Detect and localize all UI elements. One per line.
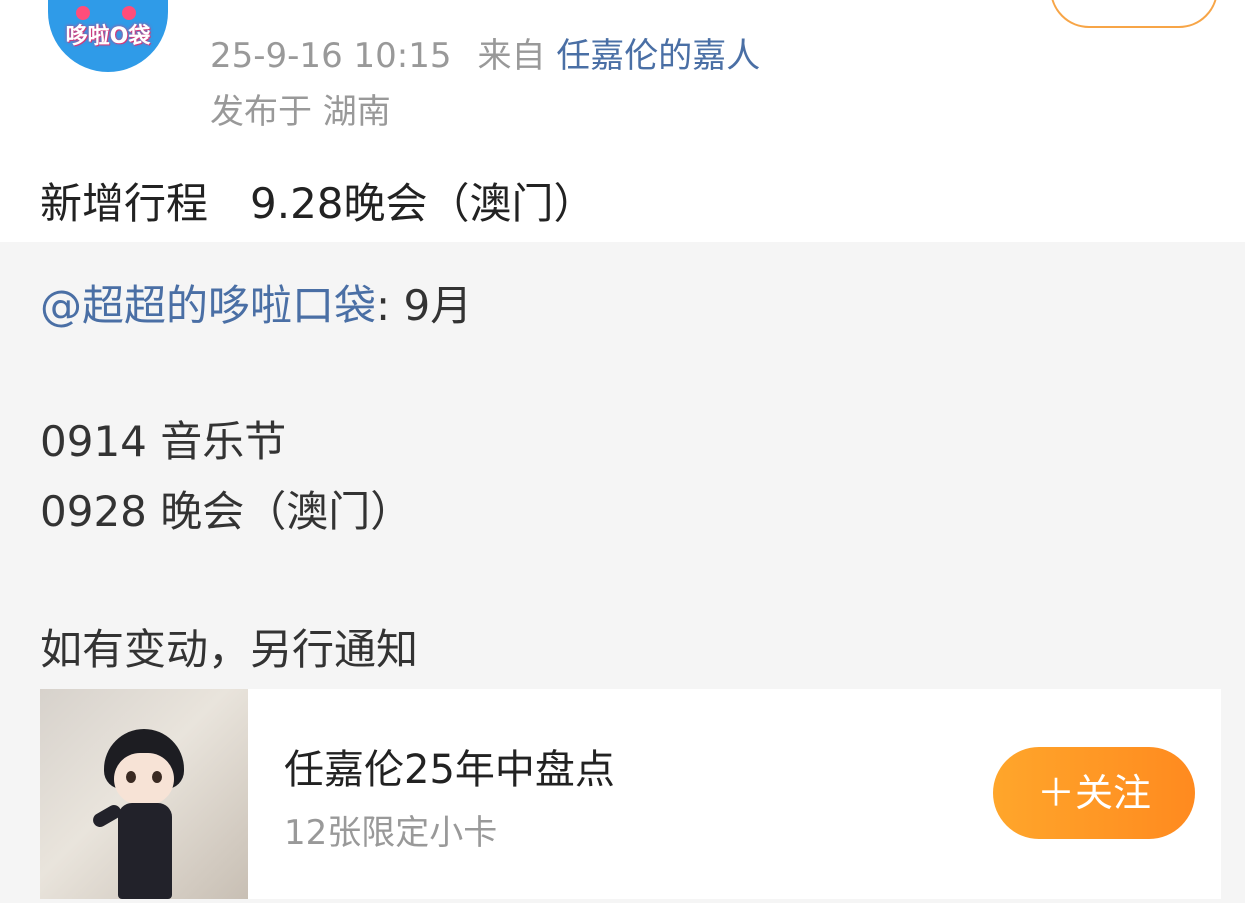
author-avatar[interactable]: 哆啦O袋 (48, 0, 168, 72)
mention-link[interactable]: @超超的哆啦口袋 (40, 281, 376, 330)
card-thumbnail[interactable] (40, 689, 248, 899)
avatar-logo-text: 哆啦O袋 (65, 24, 151, 49)
post-time: 25-9-16 10:15 (210, 36, 452, 76)
card-subtitle: 12张限定小卡 (284, 813, 498, 853)
quote-line-1: @超超的哆啦口袋: 9月 (40, 272, 472, 333)
promo-card[interactable]: 任嘉伦25年中盘点 12张限定小卡 ＋关注 (40, 689, 1221, 899)
card-title: 任嘉伦25年中盘点 (284, 747, 615, 793)
follow-button-top[interactable] (1050, 0, 1218, 28)
card-follow-button[interactable]: ＋关注 (993, 747, 1195, 839)
quote-line-4: 如有变动，另行通知 (40, 625, 419, 674)
source-link[interactable]: 任嘉伦的嘉人 (556, 36, 760, 76)
quote-line-3: 0928 晚会（澳门） (40, 487, 413, 536)
post-meta: 25-9-16 10:15 来自 任嘉伦的嘉人 (210, 28, 760, 77)
quote-first-text: : 9月 (376, 281, 473, 330)
post-text: 新增行程 9.28晚会（澳门） (40, 179, 596, 228)
quote-line-2: 0914 音乐节 (40, 417, 287, 466)
source-prefix: 来自 (477, 36, 546, 76)
post-location: 发布于 湖南 (210, 92, 391, 132)
